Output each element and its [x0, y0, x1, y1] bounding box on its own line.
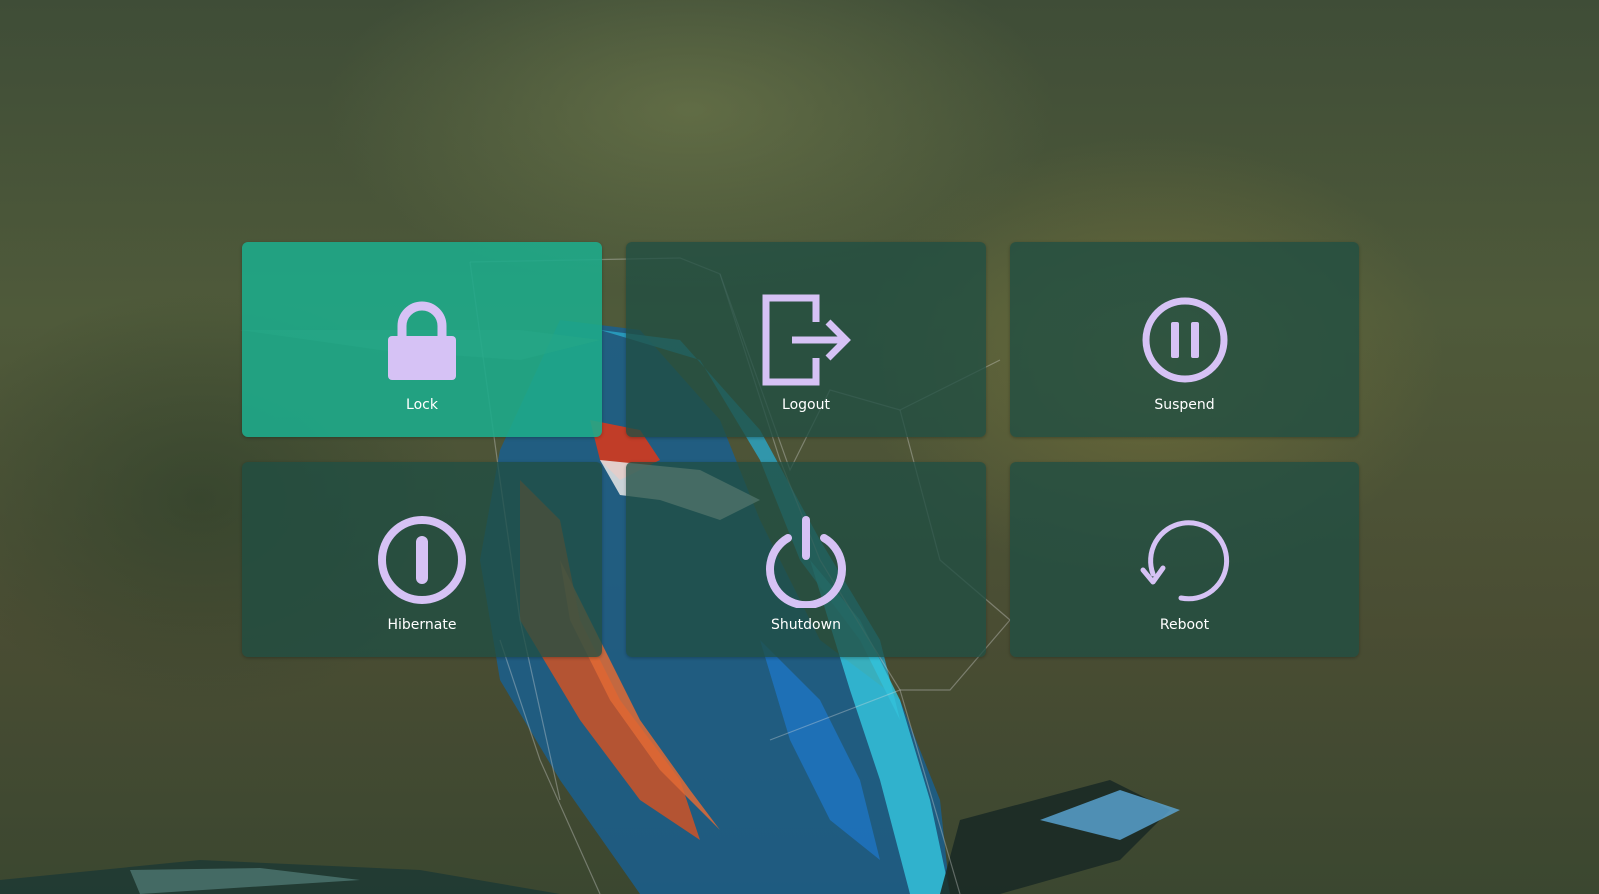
shutdown-button[interactable]: Shutdown — [626, 462, 986, 657]
power-icon — [766, 516, 846, 608]
pause-icon — [1142, 297, 1227, 383]
reboot-label: Reboot — [1159, 617, 1210, 633]
logout-icon — [762, 294, 851, 386]
lock-label: Lock — [406, 397, 438, 413]
suspend-label: Suspend — [1154, 397, 1215, 413]
reboot-icon — [1140, 520, 1229, 602]
hibernate-button[interactable]: Hibernate — [242, 462, 602, 657]
hibernate-label: Hibernate — [387, 617, 457, 633]
reboot-button[interactable]: Reboot — [1010, 462, 1359, 657]
suspend-button[interactable]: Suspend — [1010, 242, 1359, 437]
hibernate-icon — [378, 516, 466, 604]
lock-icon — [388, 301, 456, 380]
shutdown-label: Shutdown — [771, 617, 841, 633]
logout-button[interactable]: Logout — [626, 242, 986, 437]
power-menu-grid: Lock Logout Suspend Hibernate Shutdown R… — [242, 242, 1359, 657]
logout-label: Logout — [782, 397, 830, 413]
lock-button[interactable]: Lock — [242, 242, 602, 437]
